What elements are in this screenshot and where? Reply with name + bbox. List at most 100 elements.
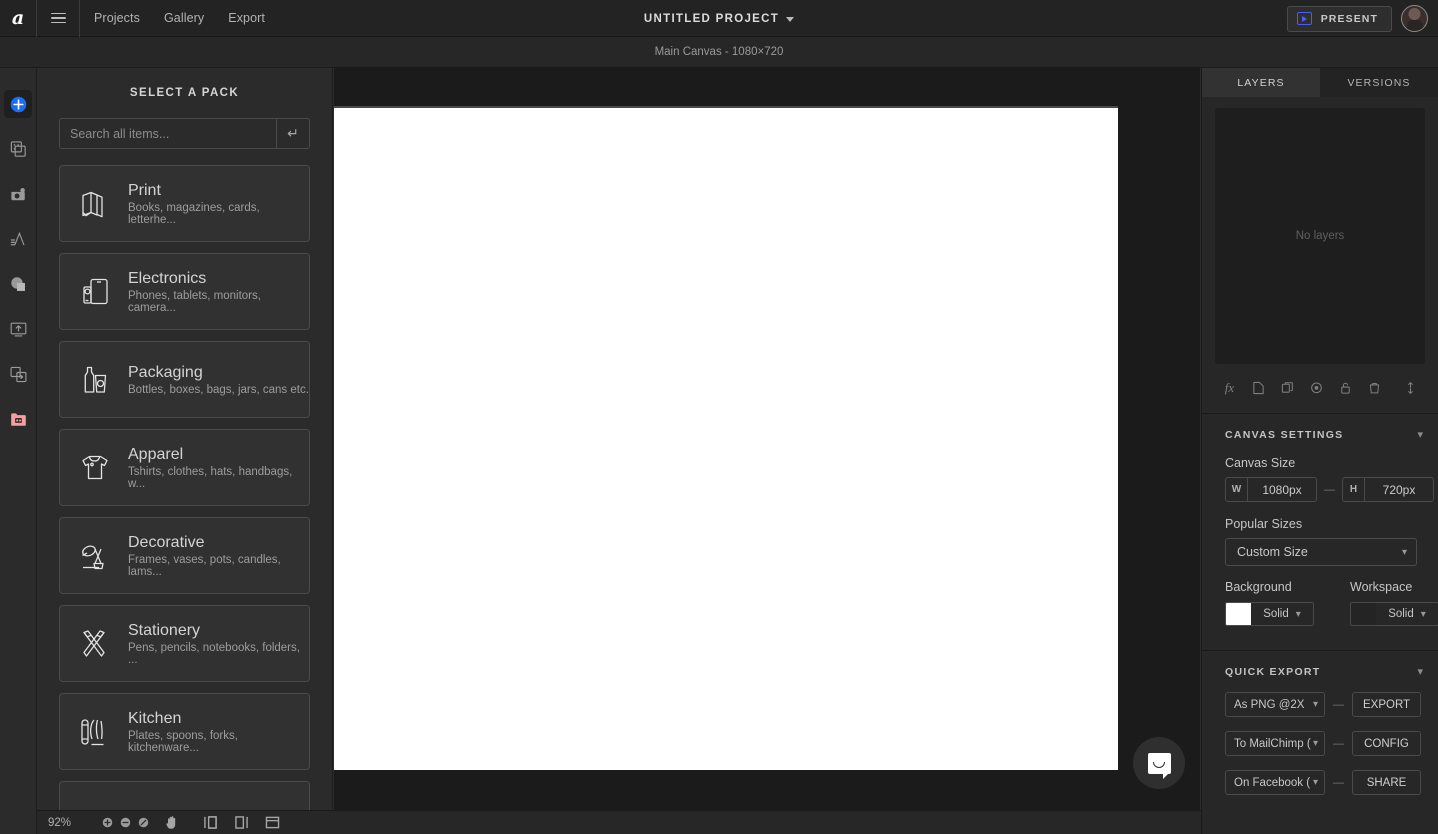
pack-name: Packaging — [128, 363, 203, 381]
search-input[interactable] — [60, 119, 276, 148]
pack-card-partial[interactable] — [59, 781, 310, 810]
share-button[interactable]: SHARE — [1352, 770, 1421, 795]
canvas-height-field[interactable]: H 720px — [1342, 477, 1434, 502]
panel-toggles — [203, 816, 280, 829]
pack-desc: Phones, tablets, monitors, camera... — [128, 289, 261, 314]
pack-card-electronics[interactable]: Electronics Phones, tablets, monitors, c… — [59, 253, 310, 330]
chevron-down-icon: ▾ — [1401, 546, 1407, 558]
duplicate-icon[interactable] — [1273, 377, 1302, 399]
present-button[interactable]: PRESENT — [1286, 5, 1392, 32]
workspace-color-select[interactable]: Solid ▾ — [1350, 602, 1438, 626]
background-swatch[interactable] — [1226, 603, 1251, 625]
background-fill-type: Solid ▾ — [1251, 603, 1313, 625]
quick-export-row-png: As PNG @2X ▾ — EXPORT — [1202, 692, 1438, 717]
chevron-down-icon: ▾ — [1312, 738, 1318, 749]
pack-text: Electronics Phones, tablets, monitors, c… — [128, 270, 309, 314]
panel-right-icon[interactable] — [234, 816, 249, 829]
layers-empty-label: No layers — [1295, 230, 1345, 242]
rail-item-add-element[interactable] — [4, 90, 32, 118]
config-button[interactable]: CONFIG — [1352, 731, 1421, 756]
rail-item-text[interactable] — [4, 225, 32, 253]
search-enter-icon[interactable]: ↵ — [276, 119, 309, 148]
export-separator: — — [1333, 698, 1344, 711]
rail-item-replace[interactable] — [4, 360, 32, 388]
swap-icon — [10, 366, 26, 382]
pack-card-stationery[interactable]: Stationery Pens, pencils, notebooks, fol… — [59, 605, 310, 682]
layers-list[interactable]: No layers — [1215, 108, 1425, 364]
rail-item-upload[interactable] — [4, 315, 32, 343]
export-button[interactable]: EXPORT — [1352, 692, 1422, 717]
export-format-value: As PNG @2X — [1234, 698, 1305, 711]
layer-toolbar: fx — [1215, 375, 1425, 401]
intercom-chat-button[interactable] — [1133, 737, 1185, 789]
books-stack-icon — [76, 186, 112, 222]
tab-layers[interactable]: LAYERS — [1202, 68, 1320, 97]
export-format-select[interactable]: As PNG @2X ▾ — [1225, 692, 1325, 717]
quick-export-header: QUICK EXPORT ▾ — [1202, 651, 1438, 679]
pack-card-kitchen[interactable]: Kitchen Plates, spoons, forks, kitchenwa… — [59, 693, 310, 770]
zoom-out-icon[interactable] — [120, 817, 131, 828]
rail-item-photos[interactable] — [4, 180, 32, 208]
eye-target-icon[interactable] — [1302, 377, 1331, 399]
hamburger-icon — [50, 10, 66, 26]
play-icon — [1296, 12, 1312, 25]
facebook-destination-value: On Facebook ( — [1234, 776, 1311, 789]
canvas-sheet[interactable] — [334, 108, 1118, 770]
panel-bottom-icon[interactable] — [265, 816, 280, 829]
pack-card-packaging[interactable]: Packaging Bottles, boxes, bags, jars, ca… — [59, 341, 310, 418]
facebook-destination-select[interactable]: On Facebook ( ▾ — [1225, 770, 1325, 795]
rail-item-shapes[interactable] — [4, 270, 32, 298]
popular-sizes-value: Custom Size — [1237, 545, 1308, 559]
nav-projects[interactable]: Projects — [94, 11, 140, 25]
right-panel: LAYERS VERSIONS No layers fx CANVAS SETT… — [1201, 68, 1438, 834]
collapse-icon[interactable]: ▾ — [1417, 428, 1423, 441]
app-root: a Projects Gallery Export UNTITLED PROJE… — [0, 0, 1438, 834]
zoom-level-label: 92% — [48, 816, 72, 829]
pack-card-print[interactable]: Print Books, magazines, cards, letterhe.… — [59, 165, 310, 242]
popular-sizes-select[interactable]: Custom Size ▾ — [1225, 538, 1417, 566]
avatar[interactable] — [1401, 5, 1428, 32]
tab-versions[interactable]: VERSIONS — [1320, 68, 1438, 97]
grid-stack-icon — [10, 140, 26, 157]
size-separator: — — [1324, 483, 1335, 496]
zoom-reset-icon[interactable] — [138, 817, 149, 828]
background-workspace-row: Background Solid ▾ Workspace Solid ▾ — [1202, 580, 1438, 626]
workspace-label: Workspace — [1350, 580, 1413, 594]
quick-export-title: QUICK EXPORT — [1225, 665, 1321, 678]
zoom-in-icon[interactable] — [102, 817, 113, 828]
trash-icon[interactable] — [1360, 377, 1389, 399]
menu-button[interactable] — [37, 0, 80, 37]
background-color-select[interactable]: Solid ▾ — [1225, 602, 1314, 626]
pack-card-apparel[interactable]: Apparel Tshirts, clothes, hats, handbags… — [59, 429, 310, 506]
pack-name: Apparel — [128, 445, 184, 463]
nav-gallery[interactable]: Gallery — [164, 11, 204, 25]
chevron-down-icon[interactable] — [786, 17, 795, 22]
page-icon[interactable] — [1244, 377, 1273, 399]
pack-text: Packaging Bottles, boxes, bags, jars, ca… — [128, 364, 309, 396]
rail-item-mockups[interactable] — [4, 135, 32, 163]
collapse-icon[interactable]: ▾ — [1417, 665, 1423, 678]
popular-sizes-label: Popular Sizes — [1225, 517, 1303, 531]
app-logo[interactable]: a — [0, 0, 37, 37]
pack-name: Electronics — [128, 269, 207, 287]
sort-arrows-icon[interactable] — [1396, 377, 1425, 399]
pack-list: Print Books, magazines, cards, letterhe.… — [37, 165, 332, 810]
pack-name: Stationery — [128, 621, 201, 639]
text-a-icon — [10, 231, 24, 245]
canvas-width-field[interactable]: W 1080px — [1225, 477, 1317, 502]
fx-icon[interactable]: fx — [1215, 377, 1244, 399]
pack-card-decorative[interactable]: Decorative Frames, vases, pots, candles,… — [59, 517, 310, 594]
screen-upload-icon — [10, 322, 26, 337]
canvas-size-row: W 1080px — H 720px — [1202, 477, 1438, 502]
workspace-swatch[interactable] — [1351, 603, 1376, 625]
hand-icon[interactable] — [165, 815, 179, 830]
rail-item-assets[interactable] — [4, 405, 32, 433]
canvas-workspace[interactable] — [334, 68, 1200, 810]
pack-desc: Bottles, boxes, bags, jars, cans etc. — [128, 383, 309, 396]
lock-icon[interactable] — [1331, 377, 1360, 399]
canvas-width-value: 1080px — [1262, 482, 1302, 497]
panel-left-icon[interactable] — [203, 816, 218, 829]
mailchimp-destination-select[interactable]: To MailChimp ( ▾ — [1225, 731, 1325, 756]
nav-export[interactable]: Export — [228, 11, 265, 25]
project-title[interactable]: UNTITLED PROJECT — [644, 13, 779, 25]
